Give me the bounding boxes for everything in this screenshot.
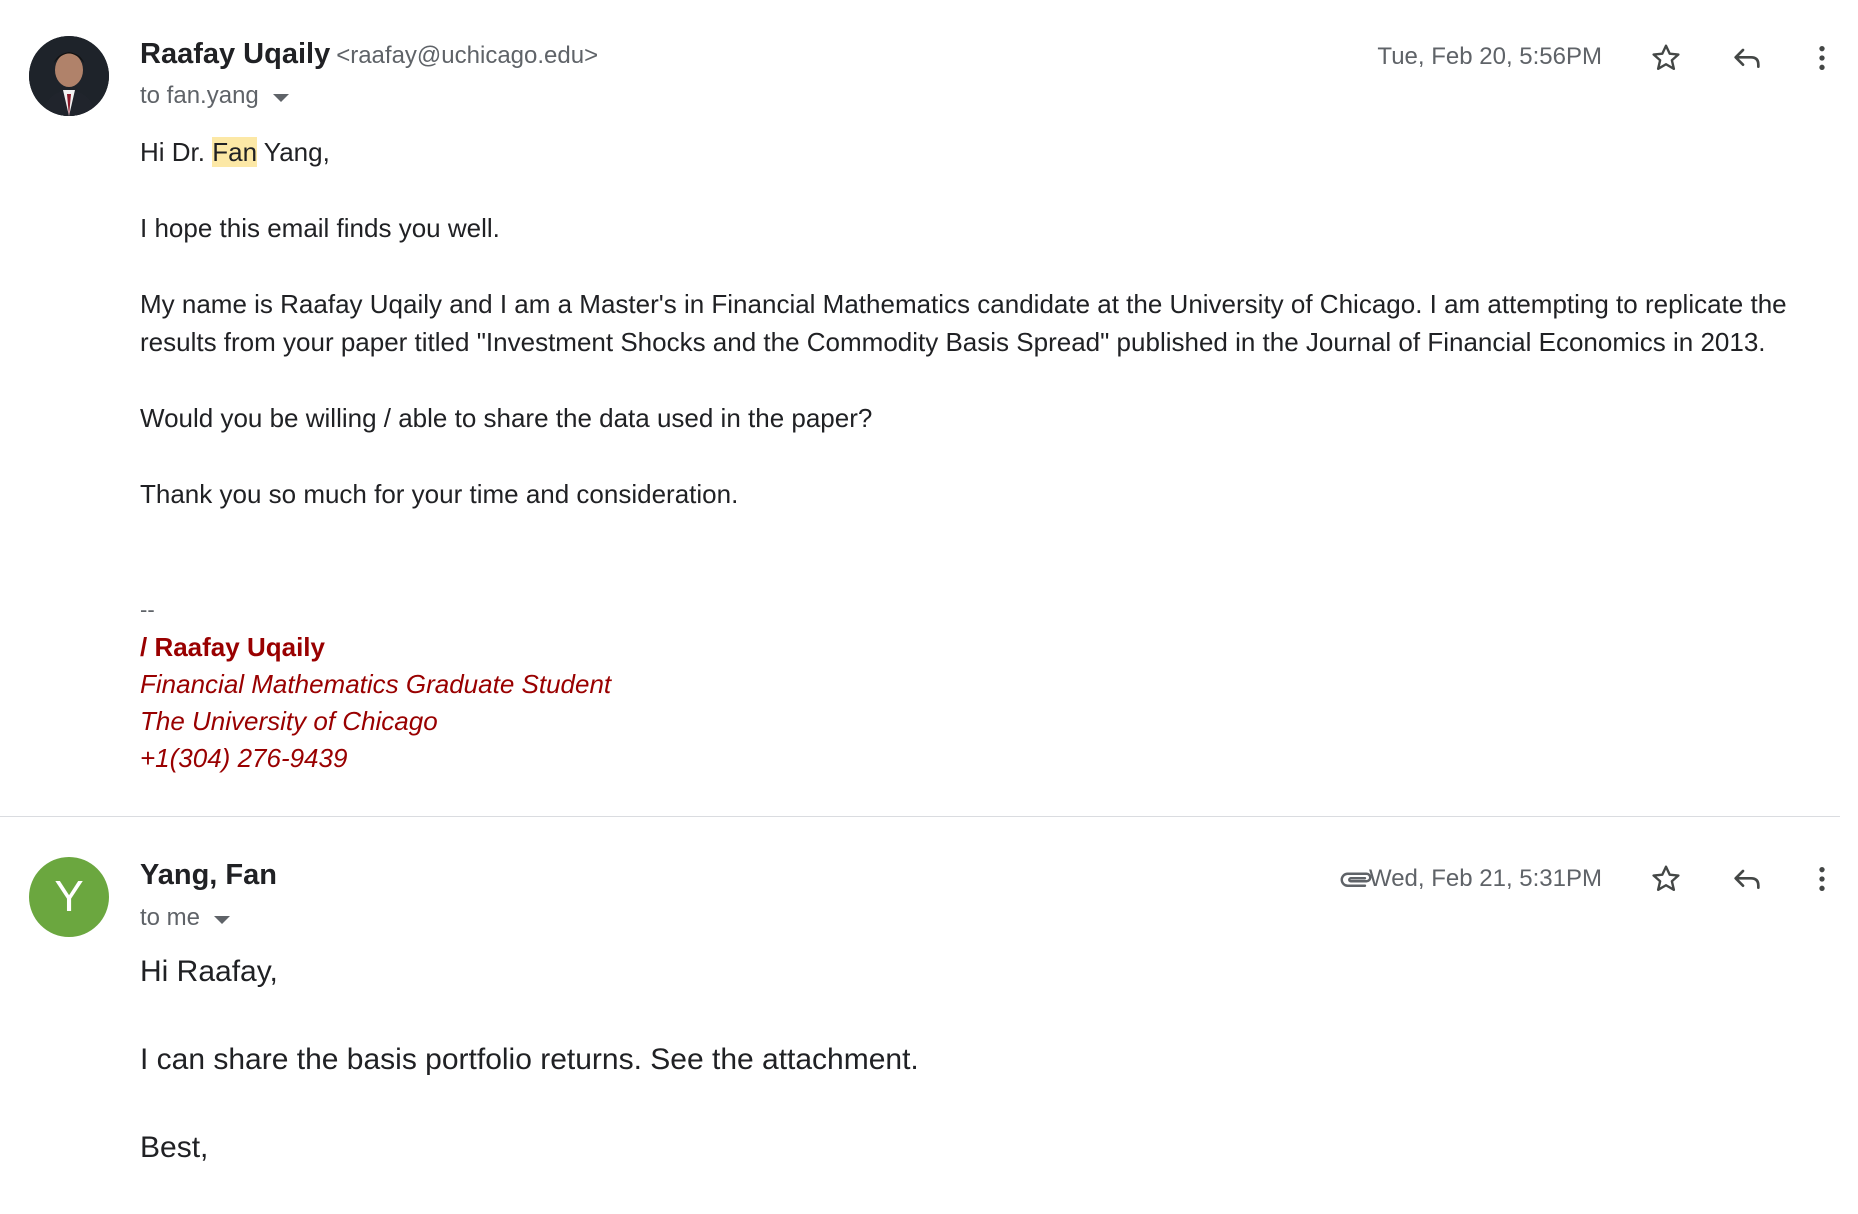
message-body: Hi Raafay, I can share the basis portfol…	[140, 950, 1820, 1214]
sender-avatar[interactable]: Y	[29, 857, 109, 937]
body-paragraph: I can share the basis portfolio returns.…	[140, 1043, 919, 1076]
search-highlight: Fan	[212, 137, 258, 167]
chevron-down-icon[interactable]	[272, 94, 289, 102]
sender-line: Raafay Uqaily <raafay@uchicago.edu>	[140, 38, 598, 71]
more-vert-icon	[1819, 867, 1825, 891]
recipient-line[interactable]: to me	[140, 904, 231, 932]
recipient-text: to me	[140, 904, 201, 931]
greeting-post: Yang,	[257, 137, 330, 167]
email-signature: -- / Raafay Uqaily Financial Mathematics…	[140, 595, 611, 777]
reply-icon	[1734, 869, 1760, 889]
recipient-line[interactable]: to fan.yang	[140, 82, 289, 110]
body-paragraph: Best,	[140, 1131, 209, 1164]
reply-button[interactable]	[1725, 36, 1769, 80]
sender-line: Yang, Fan	[140, 859, 277, 892]
more-options-button[interactable]	[1800, 857, 1844, 901]
signature-name: / Raafay Uqaily	[140, 632, 325, 662]
message-date: Wed, Feb 21, 5:31PM	[1368, 865, 1602, 892]
star-button[interactable]	[1644, 857, 1688, 901]
signature-separator: --	[140, 597, 155, 622]
sender-name[interactable]: Raafay Uqaily	[140, 38, 330, 70]
chevron-down-icon[interactable]	[214, 916, 231, 924]
body-paragraph: I hope this email finds you well.	[140, 213, 500, 243]
reply-icon	[1734, 48, 1760, 68]
signature-phone[interactable]: +1(304) 276-9439	[140, 740, 611, 777]
sender-email: <raafay@uchicago.edu>	[336, 42, 599, 69]
greeting-pre: Hi Dr.	[140, 137, 213, 167]
body-paragraph: My name is Raafay Uqaily and I am a Mast…	[140, 289, 1787, 357]
body-paragraph: Thank you so much for your time and cons…	[140, 479, 739, 509]
star-icon	[1652, 865, 1680, 891]
more-vert-icon	[1819, 46, 1825, 70]
reply-button[interactable]	[1725, 857, 1769, 901]
body-paragraph: Hi Raafay,	[140, 955, 278, 988]
email-message-2: Y Yang, Fan to me Wed, Feb 21, 5:31PM Hi…	[0, 817, 1850, 1208]
message-date: Tue, Feb 20, 5:56PM	[1377, 43, 1602, 70]
sender-avatar[interactable]	[29, 36, 109, 116]
signature-title: Financial Mathematics Graduate Student	[140, 669, 612, 699]
recipient-text: to fan.yang	[140, 82, 259, 109]
more-options-button[interactable]	[1800, 36, 1844, 80]
star-icon	[1652, 44, 1680, 70]
avatar-letter: Y	[54, 872, 84, 921]
star-button[interactable]	[1644, 36, 1688, 80]
email-message-1: Raafay Uqaily <raafay@uchicago.edu> to fa…	[0, 0, 1850, 816]
signature-school: The University of Chicago	[140, 706, 438, 736]
message-body: Hi Dr. Fan Yang, I hope this email finds…	[140, 133, 1820, 551]
body-paragraph: Would you be willing / able to share the…	[140, 403, 873, 433]
avatar-photo	[29, 36, 109, 116]
sender-name[interactable]: Yang, Fan	[140, 859, 277, 891]
greeting: Hi Dr. Fan Yang,	[140, 133, 1820, 171]
